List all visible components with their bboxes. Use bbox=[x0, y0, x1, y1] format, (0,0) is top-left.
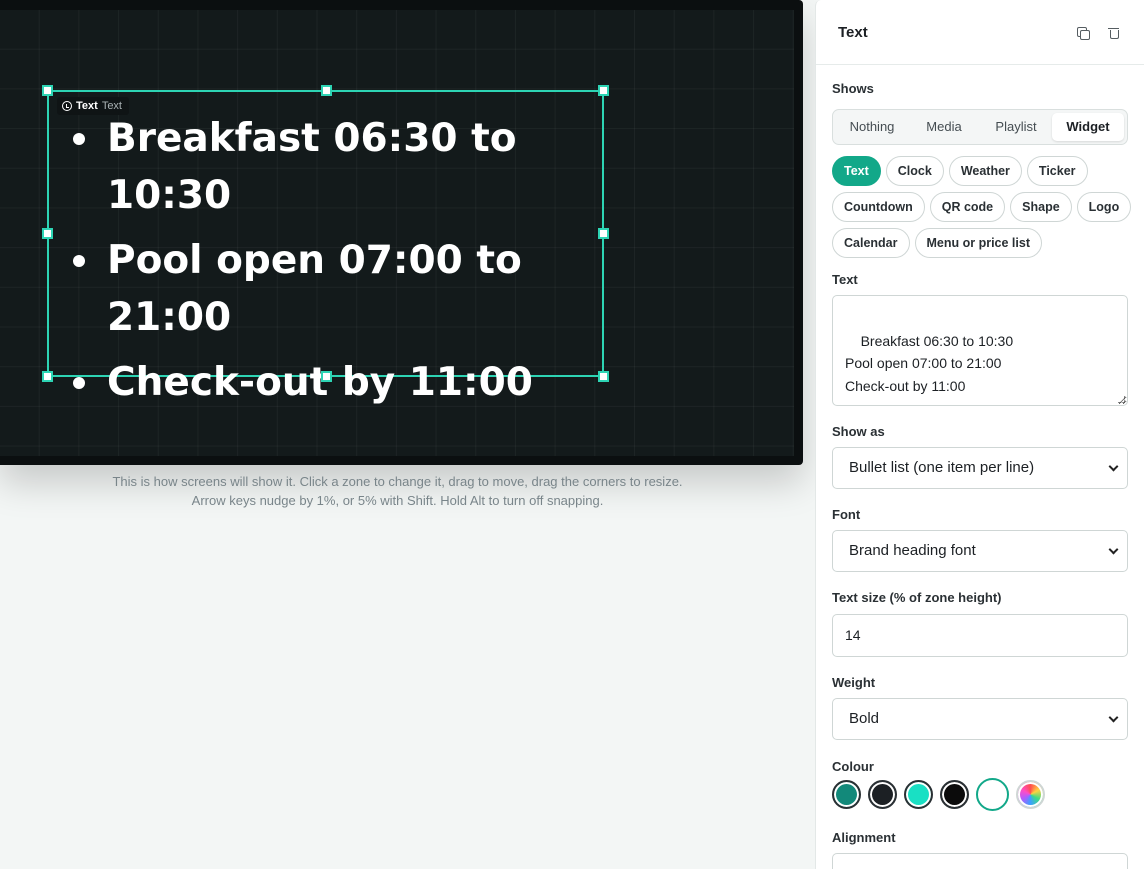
colour-swatch-white[interactable] bbox=[976, 778, 1009, 811]
weight-value: Bold bbox=[849, 710, 880, 727]
widget-chip-qr-code[interactable]: QR code bbox=[929, 192, 1006, 222]
show-as-label: Show as bbox=[832, 424, 885, 439]
colour-swatch-aqua[interactable] bbox=[904, 780, 933, 809]
widget-chip-shape[interactable]: Shape bbox=[1010, 192, 1072, 222]
chevron-down-icon bbox=[1108, 461, 1119, 472]
widget-chip-clock[interactable]: Clock bbox=[885, 156, 944, 186]
resize-handle-left[interactable] bbox=[42, 228, 53, 239]
weight-select[interactable]: Bold bbox=[832, 698, 1128, 740]
show-as-select[interactable]: Bullet list (one item per line) bbox=[832, 447, 1128, 489]
shows-segmented-control: Nothing Media Playlist Widget bbox=[832, 109, 1128, 145]
resize-handle-top[interactable] bbox=[321, 85, 332, 96]
shows-option-widget[interactable]: Widget bbox=[1052, 113, 1124, 141]
bullet-list: Breakfast 06:30 to 10:30 Pool open 07:00… bbox=[73, 110, 597, 419]
resize-handle-top-left[interactable] bbox=[42, 85, 53, 96]
colour-swatch-teal[interactable] bbox=[832, 780, 861, 809]
chevron-down-icon bbox=[1108, 544, 1119, 555]
zone-tag-type: Text bbox=[76, 100, 98, 112]
colour-swatch-charcoal[interactable] bbox=[868, 780, 897, 809]
bullet-item: Check-out by 11:00 bbox=[73, 354, 597, 411]
widget-chip-ticker[interactable]: Ticker bbox=[1026, 156, 1088, 186]
widget-chip-logo[interactable]: Logo bbox=[1076, 192, 1132, 222]
bullet-item: Pool open 07:00 to 21:00 bbox=[73, 232, 597, 346]
text-content-value: Breakfast 06:30 to 10:30 Pool open 07:00… bbox=[845, 332, 1014, 394]
trash-icon[interactable] bbox=[1108, 26, 1122, 40]
widget-chip-menu[interactable]: Menu or price list bbox=[914, 228, 1042, 258]
colour-swatches bbox=[832, 778, 1045, 811]
text-size-label: Text size (% of zone height) bbox=[832, 590, 1002, 605]
widget-chip-text[interactable]: Text bbox=[832, 156, 881, 186]
shows-option-playlist[interactable]: Playlist bbox=[980, 113, 1052, 141]
preview-canvas[interactable]: Text Text Breakfast 06:30 to 10:30 Pool … bbox=[0, 10, 794, 456]
alignment-control[interactable] bbox=[832, 853, 1128, 869]
widget-chip-weather[interactable]: Weather bbox=[948, 156, 1022, 186]
font-label: Font bbox=[832, 507, 861, 522]
shows-option-media[interactable]: Media bbox=[908, 113, 980, 141]
resize-handle-bottom-left[interactable] bbox=[42, 371, 53, 382]
duplicate-icon[interactable] bbox=[1076, 26, 1090, 40]
alignment-label: Alignment bbox=[832, 830, 896, 845]
panel-title: Text bbox=[838, 23, 868, 41]
colour-swatch-black[interactable] bbox=[940, 780, 969, 809]
weight-label: Weight bbox=[832, 675, 876, 690]
chevron-down-icon bbox=[1108, 712, 1119, 723]
widget-chip-calendar[interactable]: Calendar bbox=[832, 228, 910, 258]
preview-screen: Text Text Breakfast 06:30 to 10:30 Pool … bbox=[0, 0, 803, 465]
resize-handle-right[interactable] bbox=[598, 228, 609, 239]
text-content-field[interactable]: Breakfast 06:30 to 10:30 Pool open 07:00… bbox=[832, 295, 1128, 406]
text-label: Text bbox=[832, 272, 858, 287]
shows-label: Shows bbox=[832, 81, 874, 96]
preview-hint: This is how screens will show it. Click … bbox=[112, 474, 683, 508]
resize-handle-top-right[interactable] bbox=[598, 85, 609, 96]
show-as-value: Bullet list (one item per line) bbox=[849, 459, 1035, 476]
shows-option-nothing[interactable]: Nothing bbox=[836, 113, 908, 141]
font-select[interactable]: Brand heading font bbox=[832, 530, 1128, 572]
widget-chips: Text Clock Weather Ticker Countdown QR c… bbox=[832, 156, 1132, 258]
colour-label: Colour bbox=[832, 759, 874, 774]
resize-grip-icon[interactable] bbox=[1118, 396, 1125, 403]
properties-panel: Text Shows Nothing Media Playlist Widget… bbox=[815, 0, 1144, 869]
custom-colour-picker-icon[interactable] bbox=[1016, 780, 1045, 809]
resize-handle-bottom-right[interactable] bbox=[598, 371, 609, 382]
clock-icon bbox=[62, 101, 72, 111]
text-zone[interactable]: Text Text Breakfast 06:30 to 10:30 Pool … bbox=[42, 85, 609, 405]
widget-chip-countdown[interactable]: Countdown bbox=[832, 192, 925, 222]
resize-handle-bottom[interactable] bbox=[321, 371, 332, 382]
panel-header: Text bbox=[816, 0, 1144, 65]
bullet-item: Breakfast 06:30 to 10:30 bbox=[73, 110, 597, 224]
font-value: Brand heading font bbox=[849, 542, 976, 559]
text-size-input[interactable]: 14 bbox=[832, 614, 1128, 657]
